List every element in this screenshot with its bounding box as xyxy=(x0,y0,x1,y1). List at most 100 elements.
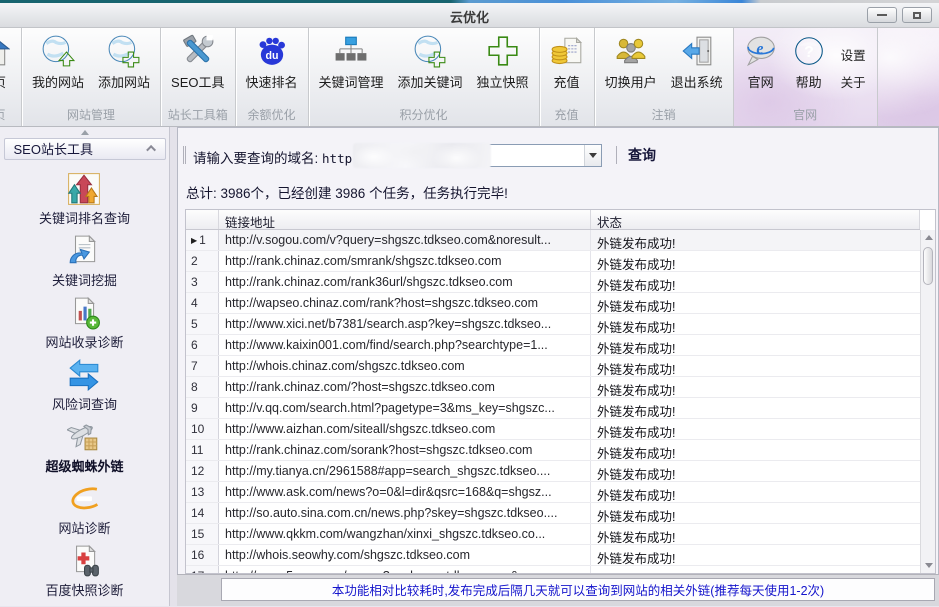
table-row[interactable]: ▶1http://v.sogou.com/v?query=shgszc.tdks… xyxy=(186,230,920,251)
link-url-cell: http://www.aizhan.com/siteall/shgszc.tdk… xyxy=(219,419,591,439)
status-header[interactable]: 状态 xyxy=(591,210,920,229)
table-row[interactable]: 6http://www.kaixin001.com/find/search.ph… xyxy=(186,335,920,356)
table-row[interactable]: 3http://rank.chinaz.com/rank36url/shgszc… xyxy=(186,272,920,293)
ribbon-button-exit-system[interactable]: 退出系统 xyxy=(664,30,730,106)
scrollbar-up-button[interactable] xyxy=(921,230,936,245)
status-cell: 外链发布成功! xyxy=(591,398,920,418)
coins-icon xyxy=(550,34,584,68)
table-row[interactable]: 11http://rank.chinaz.com/sorank?host=shg… xyxy=(186,440,920,461)
ribbon-link-about[interactable]: 关于 xyxy=(841,72,866,91)
ribbon-group-buttons: 官网帮助设置关于 xyxy=(734,28,877,106)
table-row[interactable]: 16http://whois.seowhy.com/shgszc.tdkseo.… xyxy=(186,545,920,566)
plus-icon xyxy=(486,34,520,68)
link-url-cell: http://whois.chinaz.com/shgszc.tdkseo.co… xyxy=(219,356,591,376)
sidebar-item-risk-word-query[interactable]: 风险词查询 xyxy=(52,358,117,413)
link-url-cell: http://v.sogou.com/v?query=shgszc.tdkseo… xyxy=(219,230,591,250)
ribbon-group-buttons: 充值 xyxy=(540,28,594,106)
ribbon-button-official-site[interactable]: 官网 xyxy=(737,30,785,106)
scroll-down-icon xyxy=(925,563,933,568)
table-row[interactable]: 17http://www.5c.com.cn/s.aspx?q=shgszc.t… xyxy=(186,566,920,574)
status-cell: 外链发布成功! xyxy=(591,482,920,502)
toolbar-separator xyxy=(616,146,617,164)
sidebar-item-super-spider-links[interactable]: 超级蜘蛛外链 xyxy=(45,420,123,475)
scrollbar-down-button[interactable] xyxy=(921,558,936,573)
maximize-button[interactable] xyxy=(902,7,932,23)
sidebar-item-keyword-rank-query[interactable]: 关键词排名查询 xyxy=(39,172,130,227)
ribbon-button-seo-tools[interactable]: SEO工具 xyxy=(164,30,231,106)
row-number-cell: 17 xyxy=(186,566,219,574)
titlebar: 云优化 xyxy=(0,3,939,28)
ribbon-group-label: 站长工具箱 xyxy=(161,106,234,126)
ribbon-group-balance-opt: 快速排名余额优化 xyxy=(236,28,309,126)
ribbon-button-label: 帮助 xyxy=(796,72,822,91)
ribbon-button-standalone-snapshot[interactable]: 独立快照 xyxy=(470,30,536,106)
ribbon-button-label: 快速排名 xyxy=(246,72,298,91)
ribbon-group-buttons: SEO工具 xyxy=(161,28,234,106)
sidebar-header-seo-tools[interactable]: SEO站长工具 xyxy=(4,138,166,160)
ribbon-group-logout: 切换用户退出系统注销 xyxy=(595,28,734,126)
scrollbar-thumb[interactable] xyxy=(923,247,933,285)
query-button[interactable]: 查询 xyxy=(628,145,656,165)
link-address-header[interactable]: 链接地址 xyxy=(219,210,591,229)
ribbon-filler xyxy=(878,28,939,126)
table-row[interactable]: 13http://www.ask.com/news?o=0&l=dir&qsrc… xyxy=(186,482,920,503)
domain-value[interactable] xyxy=(479,145,584,166)
row-number-header[interactable] xyxy=(186,210,219,229)
query-label: 请输入要查询的域名: http:// xyxy=(193,147,375,167)
ribbon-button-add-keyword[interactable]: 添加关键词 xyxy=(391,30,470,106)
ribbon-button-keyword-mgmt[interactable]: 关键词管理 xyxy=(312,30,391,106)
snapshot-doc-icon xyxy=(67,544,101,578)
sidebar-item-baidu-snapshot-diagnosis[interactable]: 百度快照诊断 xyxy=(45,544,123,599)
sidebar-item-site-index-diagnosis[interactable]: 网站收录诊断 xyxy=(45,296,123,351)
table-row[interactable]: 5http://www.xici.net/b7381/search.asp?ke… xyxy=(186,314,920,335)
ribbon-link-settings[interactable]: 设置 xyxy=(841,45,866,64)
row-number-cell: 10 xyxy=(186,419,219,439)
baidu-icon xyxy=(255,34,289,68)
ribbon-button-add-site[interactable]: 添加网站 xyxy=(91,30,157,106)
table-row[interactable]: 12http://my.tianya.cn/2961588#app=search… xyxy=(186,461,920,482)
ribbon-button-quick-rank[interactable]: 快速排名 xyxy=(239,30,305,106)
ribbon-group-site-mgmt: 我的网站添加网站网站管理 xyxy=(22,28,161,126)
ribbon-button-label: SEO工具 xyxy=(171,72,224,91)
status-cell: 外链发布成功! xyxy=(591,566,920,574)
ribbon-button-home[interactable]: 首页 xyxy=(0,30,17,106)
rank-arrows-icon xyxy=(67,172,101,206)
table-row[interactable]: 15http://www.qkkm.com/wangzhan/xinxi_shg… xyxy=(186,524,920,545)
table-row[interactable]: 4http://wapseo.chinaz.com/rank?host=shgs… xyxy=(186,293,920,314)
status-cell: 外链发布成功! xyxy=(591,230,920,250)
ribbon-button-label: 我的网站 xyxy=(32,72,84,91)
sidebar-item-label: 关键词排名查询 xyxy=(39,208,130,227)
table-row[interactable]: 14http://so.auto.sina.com.cn/news.php?sk… xyxy=(186,503,920,524)
ribbon-button-help[interactable]: 帮助 xyxy=(785,30,833,106)
combobox-dropdown-button[interactable] xyxy=(584,145,601,166)
ribbon-button-switch-user[interactable]: 切换用户 xyxy=(598,30,664,106)
ribbon-button-recharge[interactable]: 充值 xyxy=(543,30,591,106)
globe-add-icon xyxy=(413,34,447,68)
minimize-icon xyxy=(877,14,887,16)
status-cell: 外链发布成功! xyxy=(591,335,920,355)
sidebar-items: 关键词排名查询关键词挖掘网站收录诊断风险词查询超级蜘蛛外链网站诊断百度快照诊断 xyxy=(39,160,130,606)
sidebar-item-label: 超级蜘蛛外链 xyxy=(45,456,123,475)
status-cell: 外链发布成功! xyxy=(591,524,920,544)
link-url-cell: http://rank.chinaz.com/?host=shgszc.tdks… xyxy=(219,377,591,397)
status-cell: 外链发布成功! xyxy=(591,251,920,271)
sidebar-item-keyword-mining[interactable]: 关键词挖掘 xyxy=(52,234,117,289)
minimize-button[interactable] xyxy=(867,7,897,23)
table-row[interactable]: 2http://rank.chinaz.com/smrank/shgszc.td… xyxy=(186,251,920,272)
table-row[interactable]: 7http://whois.chinaz.com/shgszc.tdkseo.c… xyxy=(186,356,920,377)
row-number-cell: 5 xyxy=(186,314,219,334)
vertical-scrollbar[interactable] xyxy=(920,230,935,573)
row-number-cell: 3 xyxy=(186,272,219,292)
ribbon-group-buttons: 快速排名 xyxy=(236,28,308,106)
status-cell: 外链发布成功! xyxy=(591,377,920,397)
row-number-cell: 6 xyxy=(186,335,219,355)
sidebar-scroll-up[interactable] xyxy=(0,127,169,138)
status-cell: 外链发布成功! xyxy=(591,419,920,439)
table-row[interactable]: 9http://v.qq.com/search.html?pagetype=3&… xyxy=(186,398,920,419)
table-row[interactable]: 8http://rank.chinaz.com/?host=shgszc.tdk… xyxy=(186,377,920,398)
ribbon-button-my-site[interactable]: 我的网站 xyxy=(25,30,91,106)
domain-combobox[interactable] xyxy=(478,144,602,167)
ribbon-group-label: 官网 xyxy=(734,106,877,126)
table-row[interactable]: 10http://www.aizhan.com/siteall/shgszc.t… xyxy=(186,419,920,440)
sidebar-item-site-diagnosis[interactable]: 网站诊断 xyxy=(58,482,110,537)
